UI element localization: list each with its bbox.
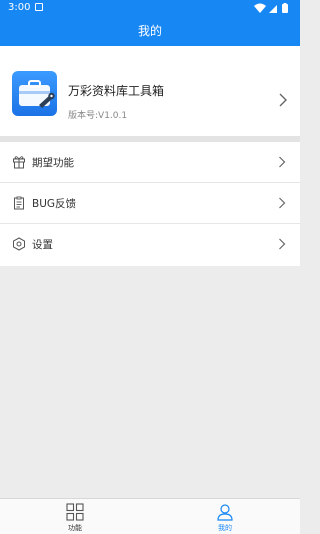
chevron-right-icon (279, 156, 286, 168)
top-app-bar: 3:00 我的 (0, 0, 300, 46)
menu-item-wish-features[interactable]: 期望功能 (0, 142, 300, 183)
app-name: 万彩资料库工具箱 (68, 84, 165, 98)
app-info-card[interactable]: 万彩资料库工具箱 版本号:V1.0.1 (0, 46, 300, 136)
tab-features[interactable]: 功能 (0, 501, 150, 533)
user-icon (217, 504, 233, 521)
chevron-right-icon (279, 93, 287, 107)
app-version: 版本号:V1.0.1 (68, 111, 128, 121)
clipboard-icon (14, 196, 24, 210)
menu-item-label: 设置 (32, 239, 53, 251)
tab-mine[interactable]: 我的 (150, 501, 300, 533)
menu-item-settings[interactable]: 设置 (0, 224, 300, 265)
menu-item-bug-feedback[interactable]: BUG反馈 (0, 183, 300, 224)
settings-list: 期望功能 BUG反馈 设置 (0, 142, 300, 266)
menu-item-label: 期望功能 (32, 157, 74, 169)
tab-label: 功能 (68, 524, 82, 532)
battery-icon (282, 4, 288, 13)
settings-icon (13, 237, 25, 251)
wifi-icon (254, 3, 266, 13)
gift-icon (13, 156, 25, 169)
notification-icon (35, 3, 43, 11)
chevron-right-icon (279, 197, 286, 209)
menu-item-label: BUG反馈 (32, 198, 77, 210)
grid-icon (66, 503, 84, 521)
bottom-tab-bar: 功能 我的 (0, 498, 300, 534)
status-time: 3:00 (8, 2, 31, 13)
page-title: 我的 (137, 24, 162, 38)
cellular-icon (269, 5, 277, 13)
chevron-right-icon (279, 238, 286, 250)
tab-label: 我的 (218, 524, 232, 532)
toolbox-icon (12, 71, 57, 116)
status-icons (254, 3, 288, 13)
status-bar: 3:00 (0, 0, 300, 16)
